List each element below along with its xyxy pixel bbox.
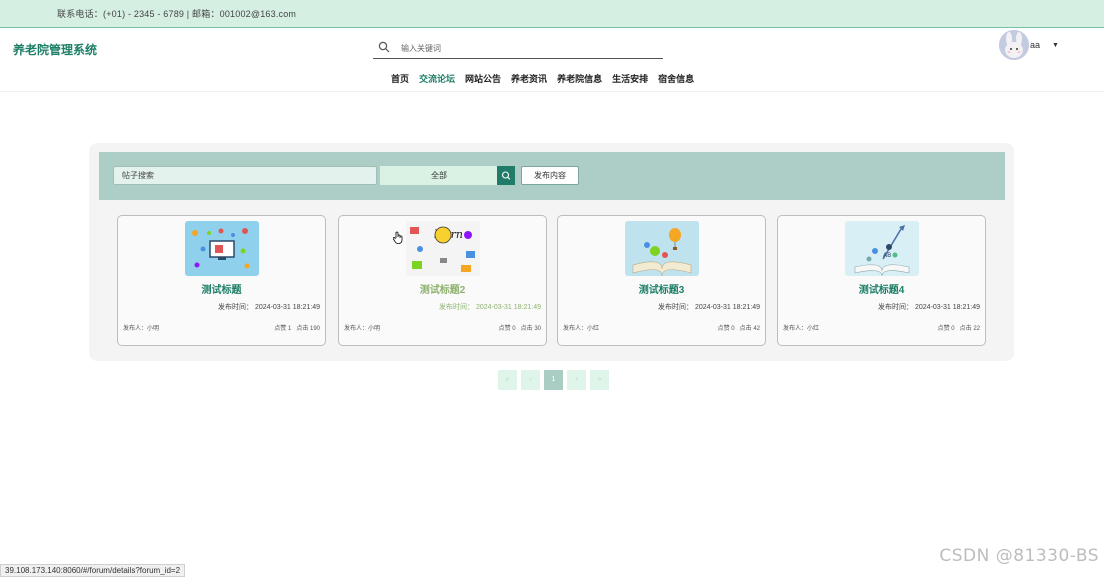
time-label: 发布时间： (218, 304, 254, 311)
card-likes: 点赞 0 (498, 326, 516, 332)
card-thumbnail (625, 221, 699, 276)
contact-info: 联系电话：(+01) - 2345 - 6789 | 邮箱：001002@163… (57, 9, 297, 19)
search-icon[interactable] (378, 41, 390, 53)
forum-search-input[interactable]: 帖子搜索 (113, 166, 377, 185)
card-views: 点击 190 (296, 326, 320, 332)
card-author: 发布人：小明 (123, 326, 160, 332)
search-icon (501, 171, 511, 180)
first-page-button[interactable]: « (498, 370, 517, 390)
time-value: 2024-03-31 18:21:49 (695, 304, 760, 311)
open-book-balloon-image-icon (625, 221, 699, 276)
social-media-image-icon (185, 221, 259, 276)
card-likes: 点赞 0 (717, 326, 735, 332)
site-header: 养老院管理系统 aa ▼ 首页 交流论坛 网站公告 养老资讯 (0, 29, 1104, 92)
forum-card[interactable]: 测试标题3 发布时间： 2024-03-31 18:21:49 发布人：小红 点… (557, 215, 766, 346)
forum-card[interactable]: AB 测试标题4 发布时间： 2024-03-31 18:21:49 发布人：小… (777, 215, 986, 346)
nav-item-nursing-home-info[interactable]: 养老院信息 (552, 72, 607, 85)
card-stats: 点赞 0 点击 30 (499, 323, 541, 332)
svg-text:AB: AB (883, 252, 891, 259)
prev-page-button[interactable]: ‹ (521, 370, 540, 390)
search-input[interactable] (401, 40, 651, 56)
nav-item-news[interactable]: 养老资讯 (506, 72, 552, 85)
card-stats: 点赞 0 点击 22 (938, 323, 980, 332)
nav-item-home[interactable]: 首页 (386, 72, 414, 85)
card-title[interactable]: 测试标题 (118, 281, 325, 296)
nav-item-forum[interactable]: 交流论坛 (414, 72, 460, 85)
nav-item-dormitory-info[interactable]: 宿舍信息 (653, 72, 699, 85)
time-label: 发布时间： (439, 304, 475, 311)
card-title[interactable]: 测试标题2 (339, 281, 546, 296)
card-views: 点击 42 (739, 326, 760, 332)
card-publish-time: 发布时间： 2024-03-31 18:21:49 (878, 302, 980, 312)
card-views: 点击 22 (959, 326, 980, 332)
avatar-illustration-icon (999, 30, 1029, 60)
forum-card[interactable]: learn 测试标题2 发布时间： 2024-03-31 18:21:49 发布… (338, 215, 547, 346)
book-rocket-image-icon: AB (845, 221, 919, 276)
card-likes: 点赞 0 (937, 326, 955, 332)
hand-cursor-icon (393, 231, 403, 244)
card-author: 发布人：小红 (563, 326, 600, 332)
card-thumbnail: learn (406, 221, 480, 276)
learn-image-icon: learn (406, 221, 480, 276)
top-contact-bar: 联系电话：(+01) - 2345 - 6789 | 邮箱：001002@163… (0, 0, 1104, 28)
time-label: 发布时间： (658, 304, 694, 311)
time-value: 2024-03-31 18:21:49 (915, 304, 980, 311)
nav-item-announcements[interactable]: 网站公告 (460, 72, 506, 85)
username[interactable]: aa (1030, 40, 1040, 50)
card-title[interactable]: 测试标题3 (558, 281, 765, 296)
card-publish-time: 发布时间： 2024-03-31 18:21:49 (658, 302, 760, 312)
card-author: 发布人：小红 (783, 326, 820, 332)
category-select[interactable]: 全部 (380, 166, 498, 185)
publish-button[interactable]: 发布内容 (521, 166, 579, 185)
avatar[interactable] (999, 30, 1029, 60)
card-thumbnail: AB (845, 221, 919, 276)
next-page-button[interactable]: › (567, 370, 586, 390)
card-publish-time: 发布时间： 2024-03-31 18:21:49 (218, 302, 320, 312)
filter-search-button[interactable] (497, 166, 515, 185)
main-nav: 首页 交流论坛 网站公告 养老资讯 养老院信息 生活安排 宿舍信息 (386, 72, 699, 85)
card-likes: 点赞 1 (274, 326, 292, 332)
time-label: 发布时间： (878, 304, 914, 311)
page-button-current[interactable]: 1 (544, 370, 563, 390)
card-author: 发布人：小明 (344, 326, 381, 332)
forum-card[interactable]: 测试标题 发布时间： 2024-03-31 18:21:49 发布人：小明 点赞… (117, 215, 326, 346)
time-value: 2024-03-31 18:21:49 (476, 304, 541, 311)
nav-item-life-schedule[interactable]: 生活安排 (607, 72, 653, 85)
watermark: CSDN @81330-BS (939, 546, 1099, 566)
card-stats: 点赞 1 点击 190 (274, 323, 320, 332)
user-menu[interactable]: aa ▼ (999, 30, 1059, 60)
site-brand[interactable]: 养老院管理系统 (13, 41, 97, 58)
card-title[interactable]: 测试标题4 (778, 281, 985, 296)
card-stats: 点赞 0 点击 42 (718, 323, 760, 332)
browser-status-url: 39.108.173.140:8060/#/forum/details?foru… (0, 564, 186, 577)
card-publish-time: 发布时间： 2024-03-31 18:21:49 (439, 302, 541, 312)
card-thumbnail (185, 221, 259, 276)
header-search (373, 37, 663, 59)
chevron-down-icon[interactable]: ▼ (1052, 42, 1059, 49)
time-value: 2024-03-31 18:21:49 (255, 304, 320, 311)
last-page-button[interactable]: » (590, 370, 609, 390)
pagination: « ‹ 1 › » (498, 370, 609, 390)
card-views: 点击 30 (520, 326, 541, 332)
